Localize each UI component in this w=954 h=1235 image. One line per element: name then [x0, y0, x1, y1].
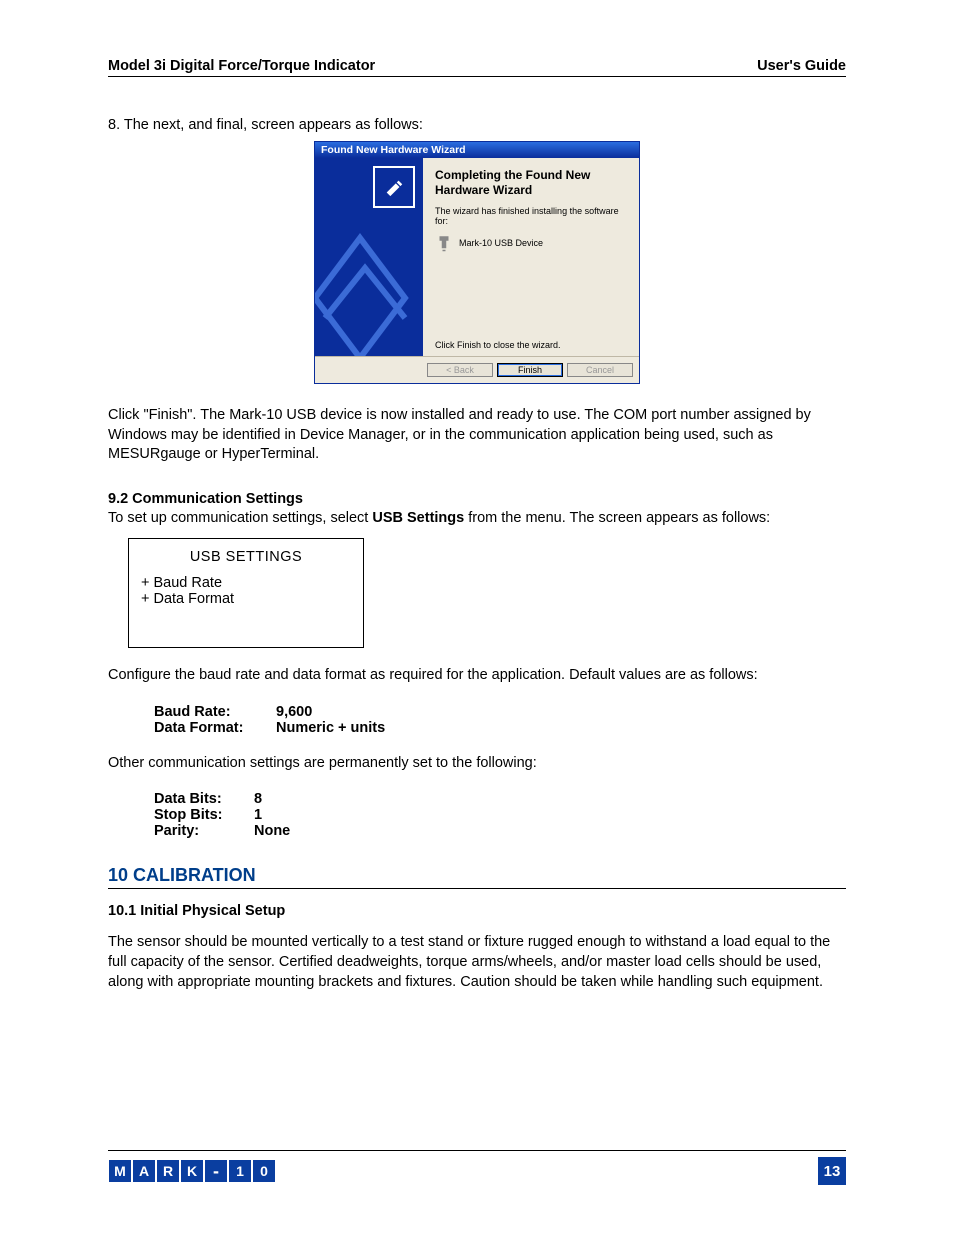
page-number: 13	[818, 1157, 846, 1185]
page-header: Model 3i Digital Force/Torque Indicator …	[108, 58, 846, 77]
wizard-sidebar	[315, 158, 423, 356]
step-8-text: 8. The next, and final, screen appears a…	[108, 117, 846, 133]
section-9-2-intro: To set up communication settings, select…	[108, 509, 846, 529]
back-button[interactable]: < Back	[427, 363, 493, 377]
header-right: User's Guide	[757, 58, 846, 74]
section-10-heading: 10 CALIBRATION	[108, 865, 846, 889]
section-10-1-heading: 10.1 Initial Physical Setup	[108, 903, 846, 919]
cancel-button[interactable]: Cancel	[567, 363, 633, 377]
default-value: 9,600	[276, 704, 312, 720]
perm-label: Data Bits:	[154, 791, 254, 807]
default-label: Data Format:	[154, 720, 276, 736]
finish-button[interactable]: Finish	[497, 363, 563, 377]
usb-settings-title: USB SETTINGS	[141, 549, 351, 565]
wizard-titlebar: Found New Hardware Wizard	[315, 142, 639, 158]
perm-label: Parity:	[154, 823, 254, 839]
usb-settings-screen: USB SETTINGS + Baud Rate + Data Format	[128, 538, 364, 648]
page-footer: M A R K - 1 0 13	[108, 1150, 846, 1185]
logo-cell: A	[132, 1159, 156, 1183]
default-label: Baud Rate:	[154, 704, 276, 720]
permanent-settings-line: Other communication settings are permane…	[108, 754, 846, 774]
logo-cell: K	[180, 1159, 204, 1183]
perm-value: None	[254, 823, 290, 839]
section-10-1-body: The sensor should be mounted vertically …	[108, 933, 846, 992]
perm-label: Stop Bits:	[154, 807, 254, 823]
perm-value: 1	[254, 807, 262, 823]
wizard-subtext: The wizard has finished installing the s…	[435, 206, 627, 226]
wizard-heading: Completing the Found New Hardware Wizard	[435, 168, 627, 198]
logo-cell: M	[108, 1159, 132, 1183]
wizard-device-name: Mark-10 USB Device	[459, 238, 543, 248]
hardware-wizard-dialog: Found New Hardware Wizard Completing the…	[314, 141, 640, 384]
hardware-icon	[373, 166, 415, 208]
wizard-footer: < Back Finish Cancel	[315, 356, 639, 383]
configure-line: Configure the baud rate and data format …	[108, 666, 846, 686]
wizard-finish-note: Click Finish to close the wizard.	[435, 340, 561, 350]
after-wizard-paragraph: Click "Finish". The Mark-10 USB device i…	[108, 406, 846, 465]
logo-cell: 0	[252, 1159, 276, 1183]
logo-cell: 1	[228, 1159, 252, 1183]
logo-cell: R	[156, 1159, 180, 1183]
default-values-block: Baud Rate:9,600 Data Format:Numeric + un…	[154, 704, 846, 736]
usb-menu-baud-rate: + Baud Rate	[141, 575, 351, 591]
usb-device-icon	[435, 234, 453, 252]
perm-value: 8	[254, 791, 262, 807]
wizard-sidebar-art	[315, 208, 423, 356]
section-9-2-heading: 9.2 Communication Settings	[108, 491, 846, 507]
logo-cell: -	[204, 1159, 228, 1183]
mark-10-logo: M A R K - 1 0	[108, 1159, 276, 1183]
header-left: Model 3i Digital Force/Torque Indicator	[108, 58, 375, 74]
usb-menu-data-format: + Data Format	[141, 591, 351, 607]
permanent-values-block: Data Bits:8 Stop Bits:1 Parity:None	[154, 791, 846, 839]
default-value: Numeric + units	[276, 720, 385, 736]
